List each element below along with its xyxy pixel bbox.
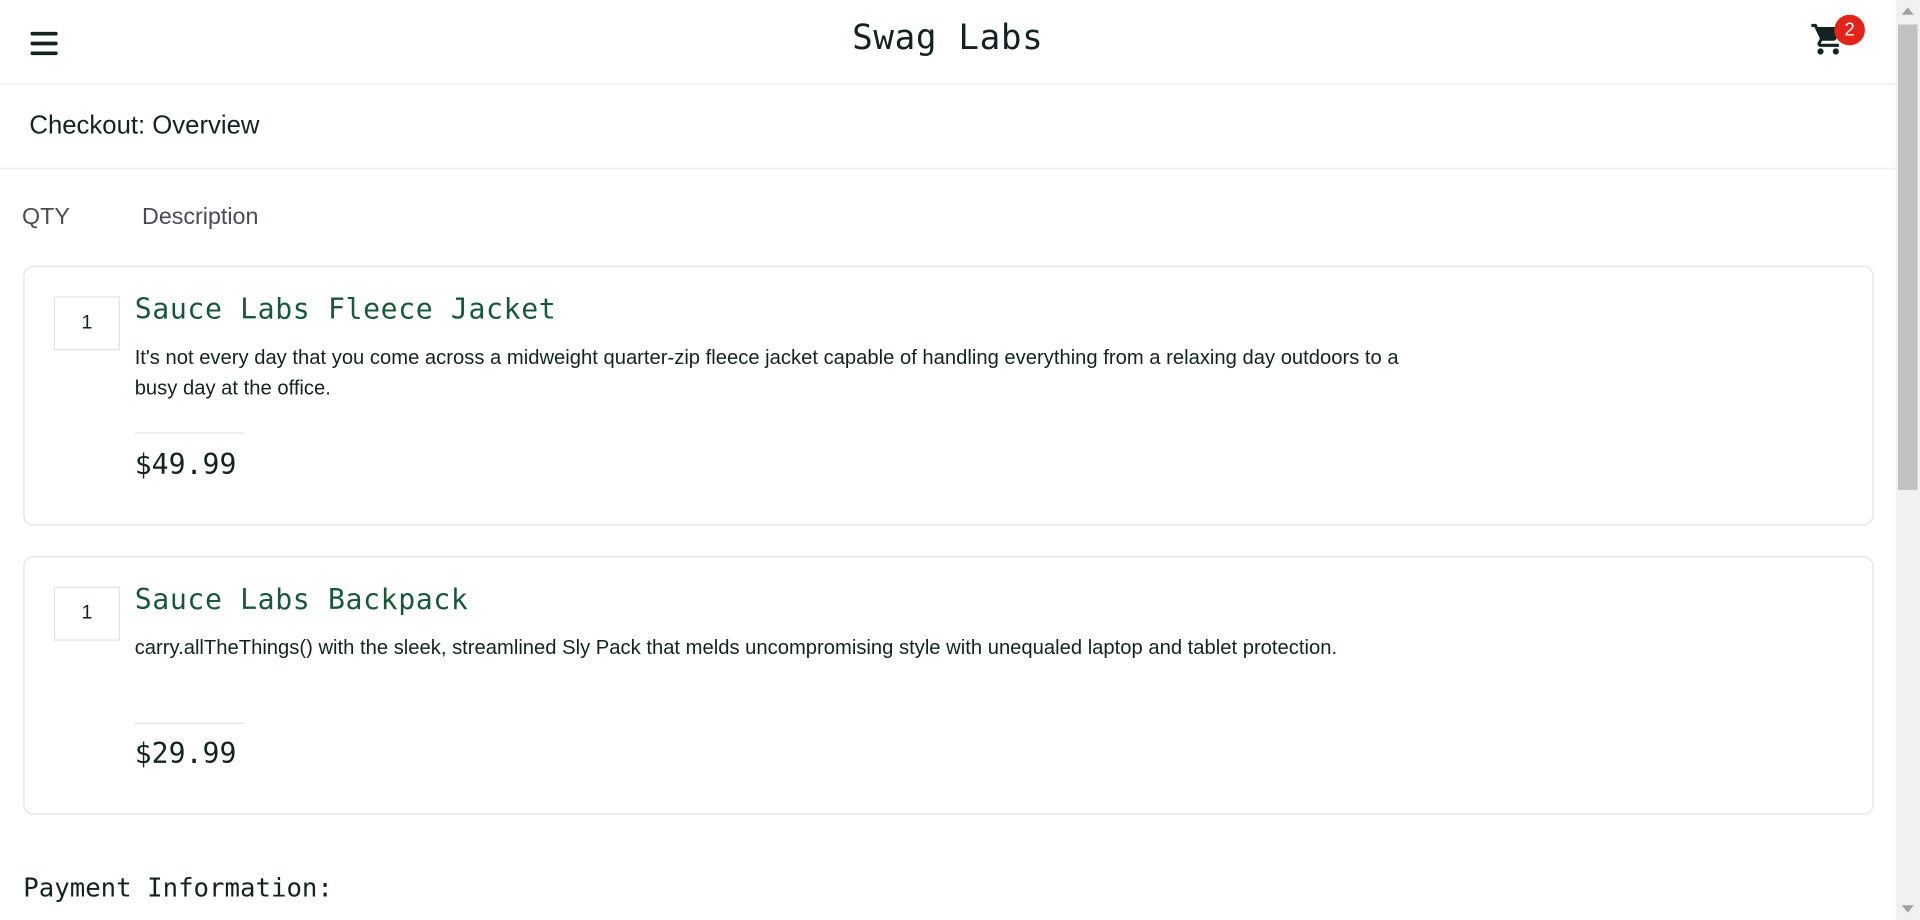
price-divider <box>134 432 244 434</box>
checkout-overview-page: Swag Labs 2 Checkout: Overview QTY Descr… <box>0 0 1920 920</box>
item-price: $49.99 <box>134 449 237 482</box>
description-column-label: Description <box>142 204 259 231</box>
page-title: Checkout: Overview <box>29 111 260 140</box>
item-name-link[interactable]: Sauce Labs Fleece Jacket <box>135 294 557 326</box>
scroll-down-arrow-icon[interactable] <box>1901 905 1914 913</box>
item-description: carry.allTheThings() with the sleek, str… <box>134 637 1338 660</box>
cart-count-badge: 2 <box>1834 14 1865 46</box>
price-divider <box>134 722 244 724</box>
primary-header: Swag Labs 2 <box>0 0 1896 85</box>
scroll-thumb[interactable] <box>1897 24 1918 490</box>
qty-column-label: QTY <box>22 204 70 231</box>
item-description: It's not every day that you come across … <box>134 346 1399 399</box>
item-quantity: 1 <box>53 296 121 351</box>
payment-information-label: Payment Information: <box>23 873 333 903</box>
scroll-up-arrow-icon[interactable] <box>1901 7 1914 15</box>
item-name-link[interactable]: Sauce Labs Backpack <box>135 584 469 616</box>
vertical-scrollbar[interactable] <box>1895 0 1920 920</box>
item-quantity: 1 <box>53 586 121 641</box>
cart-item: 1 Sauce Labs Backpack carry.allTheThings… <box>23 556 1874 815</box>
shopping-cart-button[interactable]: 2 <box>1810 14 1865 62</box>
item-price: $29.99 <box>134 738 237 771</box>
app-logo: Swag Labs <box>852 17 1044 58</box>
secondary-header: Checkout: Overview <box>0 85 1896 170</box>
cart-item: 1 Sauce Labs Fleece Jacket It's not ever… <box>23 265 1874 526</box>
